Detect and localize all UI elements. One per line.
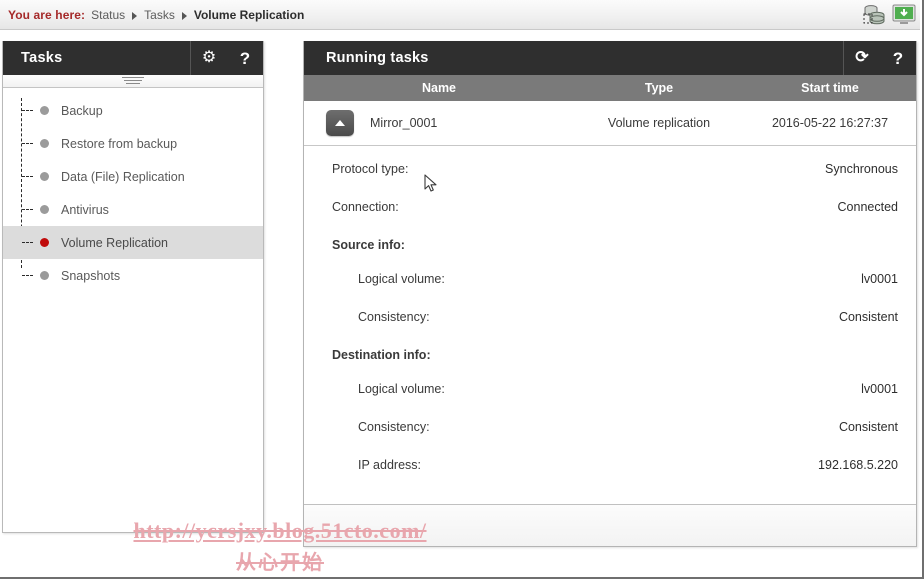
- tree-bullet-icon: [40, 205, 49, 214]
- tasks-tree: Backup Restore from backup Data (File) R…: [3, 88, 263, 292]
- sidebar-splitter-handle[interactable]: [3, 75, 263, 88]
- gear-glyph: ⚙: [201, 49, 217, 66]
- breadcrumb-lead-label: You are here:: [8, 7, 86, 22]
- detail-label: Consistency:: [358, 310, 430, 324]
- sidebar-header: Tasks ⚙ ?: [3, 41, 263, 75]
- panel-help-icon[interactable]: ?: [880, 41, 916, 75]
- tree-elbow-icon: [22, 176, 33, 177]
- detail-row-destination-ip-address: IP address: 192.168.5.220: [332, 458, 898, 496]
- tree-bullet-icon-active: [40, 238, 49, 247]
- tree-bullet-icon: [40, 271, 49, 280]
- panel-title: Running tasks: [326, 50, 429, 66]
- tree-elbow-icon: [22, 275, 33, 276]
- table-row[interactable]: Mirror_0001 Volume replication 2016-05-2…: [304, 101, 916, 146]
- detail-label: Consistency:: [358, 420, 430, 434]
- tree-bullet-icon: [40, 139, 49, 148]
- detail-value: Synchronous: [825, 162, 898, 176]
- detail-value: 192.168.5.220: [818, 458, 898, 472]
- task-name-label: Mirror_0001: [370, 116, 438, 130]
- detail-row-destination-logical-volume: Logical volume: lv0001: [332, 382, 898, 420]
- detail-label: Logical volume:: [358, 382, 445, 396]
- refresh-glyph: ⟳: [855, 49, 869, 66]
- sidebar-item-snapshots[interactable]: Snapshots: [3, 259, 263, 292]
- tree-elbow-icon: [22, 242, 33, 243]
- tree-elbow-icon: [22, 110, 33, 111]
- detail-row-protocol-type: Protocol type: Synchronous: [332, 162, 898, 200]
- detail-value: lv0001: [861, 382, 898, 396]
- sidebar-item-antivirus[interactable]: Antivirus: [3, 193, 263, 226]
- task-start-time-label: 2016-05-22 16:27:37: [771, 116, 889, 130]
- sidebar-item-restore-from-backup[interactable]: Restore from backup: [3, 127, 263, 160]
- watermark-tagline: 从心开始: [236, 552, 324, 574]
- detail-row-destination-consistency: Consistency: Consistent: [332, 420, 898, 458]
- sidebar-help-icon[interactable]: ?: [227, 41, 263, 75]
- monitor-screen-icon[interactable]: [890, 1, 918, 29]
- detail-section-label: Destination info:: [332, 348, 431, 362]
- sidebar-item-label: Volume Replication: [61, 235, 169, 250]
- application-window: You are here: Status Tasks Volume Replic…: [0, 0, 924, 579]
- help-glyph: ?: [239, 48, 251, 68]
- sidebar-item-label: Snapshots: [61, 268, 121, 283]
- detail-label: IP address:: [358, 458, 422, 472]
- detail-row-source-logical-volume: Logical volume: lv0001: [332, 272, 898, 310]
- tree-elbow-icon: [22, 209, 33, 210]
- tree-bullet-icon: [40, 172, 49, 181]
- sidebar-item-label: Data (File) Replication: [61, 169, 185, 184]
- detail-label: Logical volume:: [358, 272, 445, 286]
- tasks-sidebar-panel: Tasks ⚙ ? Backup Restore from backup Dat…: [2, 41, 264, 533]
- grip-lines-icon: [122, 77, 144, 86]
- task-type-label: Volume replication: [607, 116, 711, 130]
- detail-label: Connection:: [332, 200, 399, 214]
- storage-database-icon[interactable]: [860, 1, 888, 29]
- breadcrumb-separator-icon: [181, 11, 187, 20]
- breadcrumb-item-volume-replication: Volume Replication: [193, 7, 305, 22]
- mouse-cursor: [424, 174, 438, 194]
- refresh-icon[interactable]: ⟳: [844, 41, 880, 75]
- gear-icon[interactable]: ⚙: [191, 41, 227, 75]
- main-panel-header: Running tasks ⟳ ?: [304, 41, 916, 75]
- tree-elbow-icon: [22, 143, 33, 144]
- table-column-header: Name Type Start time: [304, 75, 916, 101]
- column-header-type[interactable]: Type: [574, 81, 744, 95]
- column-header-start-time[interactable]: Start time: [744, 81, 916, 95]
- sidebar-item-label: Restore from backup: [61, 136, 178, 151]
- breadcrumb-item-status[interactable]: Status: [91, 8, 125, 22]
- detail-section-destination-info: Destination info:: [332, 348, 898, 382]
- sidebar-item-label: Backup: [61, 103, 103, 118]
- task-name-cell: Mirror_0001: [304, 110, 574, 136]
- chevron-up-icon: [335, 120, 345, 126]
- column-header-name[interactable]: Name: [304, 81, 574, 95]
- sidebar-item-label: Antivirus: [61, 202, 109, 217]
- help-glyph: ?: [892, 48, 904, 68]
- breadcrumb: You are here: Status Tasks Volume Replic…: [0, 0, 920, 30]
- sidebar-item-backup[interactable]: Backup: [3, 94, 263, 127]
- task-details-list: Protocol type: Synchronous Connection: C…: [304, 146, 916, 496]
- detail-row-source-consistency: Consistency: Consistent: [332, 310, 898, 348]
- detail-value: lv0001: [861, 272, 898, 286]
- collapse-toggle-button[interactable]: [326, 110, 354, 136]
- detail-row-connection: Connection: Connected: [332, 200, 898, 238]
- tree-bullet-icon: [40, 106, 49, 115]
- breadcrumb-item-tasks[interactable]: Tasks: [144, 8, 175, 22]
- detail-section-source-info: Source info:: [332, 238, 898, 272]
- sidebar-item-volume-replication[interactable]: Volume Replication: [3, 226, 263, 259]
- detail-section-label: Source info:: [332, 238, 405, 252]
- detail-value: Consistent: [838, 420, 898, 434]
- detail-label: Protocol type:: [332, 162, 409, 176]
- detail-value: Connected: [837, 200, 898, 214]
- running-tasks-panel: Running tasks ⟳ ? Name Type Start time M…: [303, 41, 917, 547]
- toolbar-icons: [860, 1, 918, 29]
- sidebar-title: Tasks: [21, 50, 63, 66]
- breadcrumb-separator-icon: [132, 11, 138, 20]
- panel-footer-bar: [304, 504, 916, 546]
- detail-value: Consistent: [838, 310, 898, 324]
- sidebar-item-data-file-replication[interactable]: Data (File) Replication: [3, 160, 263, 193]
